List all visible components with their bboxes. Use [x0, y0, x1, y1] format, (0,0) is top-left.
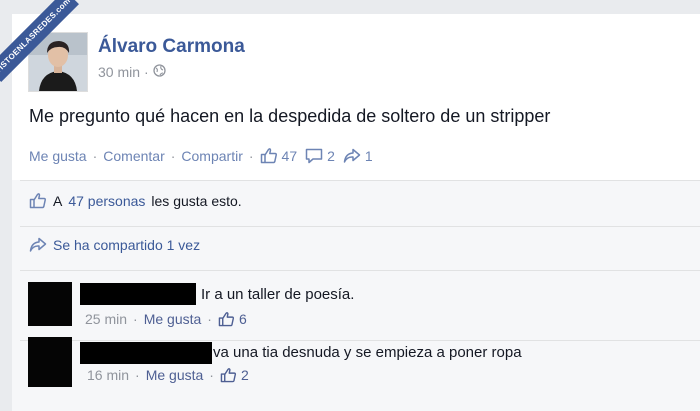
meta-separator: ·	[144, 64, 149, 80]
comment-avatar[interactable]	[28, 282, 72, 326]
comment-meta: 16 min · Me gusta · 2	[87, 367, 249, 383]
comment-like-link[interactable]: Me gusta	[144, 311, 202, 327]
thumbs-up-icon	[260, 148, 277, 164]
meta-separator: ·	[135, 367, 140, 383]
share-link[interactable]: Compartir	[181, 148, 242, 164]
comment-likes-count[interactable]: 2	[220, 367, 249, 383]
likes-summary-prefix: A	[53, 192, 63, 209]
author-name[interactable]: Álvaro Carmona	[98, 36, 245, 58]
comment-meta: 25 min · Me gusta · 6	[85, 311, 247, 327]
post-actions: Me gusta · Comentar · Compartir · 47 2 1	[29, 147, 381, 164]
action-separator: ·	[92, 147, 98, 164]
action-separator: ·	[170, 147, 176, 164]
comment-text: Ir a un taller de poesía.	[201, 286, 355, 303]
meta-separator: ·	[209, 367, 214, 383]
comment-like-link[interactable]: Me gusta	[146, 367, 204, 383]
comment-author-redacted[interactable]	[80, 342, 212, 364]
meta-separator: ·	[133, 311, 138, 327]
shares-count[interactable]: 1	[343, 148, 373, 164]
like-link[interactable]: Me gusta	[29, 148, 87, 164]
post-card: Álvaro Carmona 30 min · Me pregunto qué …	[12, 14, 700, 411]
post-text: Me pregunto qué hacen en la despedida de…	[29, 106, 551, 126]
meta-separator: ·	[207, 311, 212, 327]
divider	[20, 226, 700, 227]
comment-link[interactable]: Comentar	[103, 148, 164, 164]
likes-summary: A 47 personas les gusta esto.	[29, 192, 242, 209]
action-separator: ·	[248, 147, 254, 164]
likes-count-value: 47	[281, 147, 298, 164]
shares-count-value: 1	[364, 147, 373, 164]
share-arrow-icon	[29, 237, 47, 252]
comment-avatar[interactable]	[28, 337, 72, 387]
thumbs-up-icon	[29, 193, 46, 209]
shares-summary: Se ha compartido 1 vez	[29, 237, 200, 253]
comment-likes-count[interactable]: 6	[218, 311, 247, 327]
comment-item: va una tia desnuda y se empieza a poner …	[28, 337, 700, 405]
comment-time[interactable]: 16 min	[87, 367, 129, 383]
comments-count[interactable]: 2	[305, 148, 335, 164]
post-body: Álvaro Carmona 30 min · Me pregunto qué …	[12, 14, 700, 180]
likes-summary-suffix: les gusta esto.	[151, 192, 242, 209]
comment-likes-value: 6	[238, 311, 247, 327]
comment-time[interactable]: 25 min	[85, 311, 127, 327]
thumbs-up-icon	[218, 312, 234, 327]
share-arrow-icon	[343, 148, 361, 163]
globe-icon[interactable]	[153, 64, 166, 80]
likes-count[interactable]: 47	[260, 147, 298, 164]
post-meta: 30 min ·	[98, 64, 166, 80]
likes-summary-link[interactable]: 47 personas	[68, 193, 145, 209]
comment-author-redacted[interactable]	[80, 283, 196, 305]
comment-likes-value: 2	[240, 367, 249, 383]
divider	[20, 270, 700, 271]
comment-bubble-icon	[305, 148, 323, 163]
thumbs-up-icon	[220, 368, 236, 383]
comment-item: Ir a un taller de poesía. 25 min · Me gu…	[28, 280, 700, 340]
shares-summary-link[interactable]: Se ha compartido 1 vez	[53, 237, 200, 253]
divider	[20, 180, 700, 181]
post-time[interactable]: 30 min	[98, 64, 140, 80]
comment-text: va una tia desnuda y se empieza a poner …	[213, 344, 522, 361]
comments-count-value: 2	[327, 147, 335, 164]
